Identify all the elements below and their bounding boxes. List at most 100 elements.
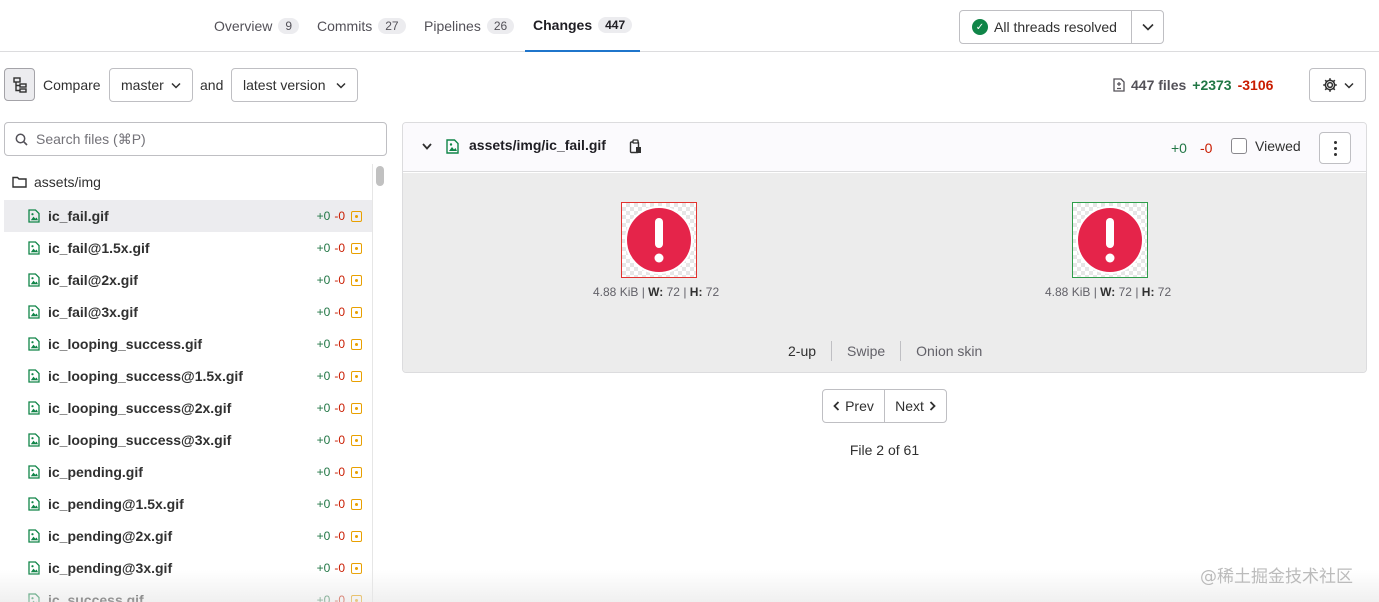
file-additions: +0 bbox=[316, 593, 331, 602]
file-deletions: -0 bbox=[334, 401, 345, 415]
copy-icon[interactable] bbox=[629, 139, 642, 154]
file-image-icon bbox=[28, 561, 40, 575]
chevron-down-icon[interactable] bbox=[421, 140, 433, 152]
file-additions: +0 bbox=[316, 561, 331, 575]
file-additions: +0 bbox=[316, 241, 331, 255]
file-image-icon bbox=[28, 401, 40, 415]
file-additions: +0 bbox=[316, 433, 331, 447]
file-deletions: -0 bbox=[334, 561, 345, 575]
new-image-size: 4.88 KiB bbox=[1045, 285, 1091, 299]
source-branch-dropdown[interactable]: master bbox=[109, 68, 193, 102]
toggle-file-tree-button[interactable] bbox=[4, 68, 35, 101]
view-mode-onion-skin[interactable]: Onion skin bbox=[901, 343, 997, 359]
tab-overview[interactable]: Overview 9 bbox=[214, 0, 300, 51]
search-files-input[interactable] bbox=[36, 131, 356, 147]
file-name: ic_pending@2x.gif bbox=[48, 528, 173, 544]
file-tree-item[interactable]: ic_looping_success@3x.gif +0 -0 bbox=[4, 424, 372, 456]
viewed-checkbox[interactable]: Viewed bbox=[1231, 138, 1301, 154]
file-modified-icon bbox=[351, 434, 362, 446]
file-path[interactable]: assets/img/ic_fail.gif bbox=[469, 137, 606, 153]
file-additions: +0 bbox=[316, 273, 331, 287]
file-deletions: -0 bbox=[334, 433, 345, 447]
file-name: ic_pending.gif bbox=[48, 464, 143, 480]
file-modified-icon bbox=[351, 338, 362, 350]
file-additions: +0 bbox=[316, 401, 331, 415]
file-options-button[interactable] bbox=[1319, 132, 1351, 164]
image-diff-viewer: 4.88 KiB | W: 72 | H: 72 4.88 KiB | W: 7… bbox=[403, 173, 1366, 372]
file-tree-item[interactable]: ic_pending@3x.gif +0 -0 bbox=[4, 552, 372, 584]
kebab-dot bbox=[1333, 152, 1337, 156]
file-modified-icon bbox=[351, 562, 362, 574]
file-tree-item[interactable]: ic_pending.gif +0 -0 bbox=[4, 456, 372, 488]
file-deletions: -0 bbox=[334, 305, 345, 319]
chevron-down-icon bbox=[336, 82, 346, 89]
scrollbar-thumb[interactable] bbox=[376, 166, 384, 186]
kebab-dot bbox=[1333, 140, 1337, 144]
file-diff-icon bbox=[1113, 77, 1125, 92]
watermark: @稀土掘金技术社区 bbox=[1200, 567, 1353, 587]
file-image-icon bbox=[28, 241, 40, 255]
file-deletions: -0 bbox=[334, 337, 345, 351]
file-tree-item[interactable]: ic_fail@3x.gif +0 -0 bbox=[4, 296, 372, 328]
target-version-dropdown[interactable]: latest version bbox=[231, 68, 358, 102]
next-label: Next bbox=[895, 398, 924, 414]
file-tree-item[interactable]: ic_pending@2x.gif +0 -0 bbox=[4, 520, 372, 552]
file-name: ic_looping_success.gif bbox=[48, 336, 203, 352]
file-deletions: -0 bbox=[334, 593, 345, 602]
modified-dot bbox=[355, 310, 358, 314]
file-image-icon bbox=[28, 433, 40, 447]
file-tree-scrollbar[interactable] bbox=[372, 164, 387, 602]
file-tree-item[interactable]: ic_looping_success@1.5x.gif +0 -0 bbox=[4, 360, 372, 392]
folder-name: assets/img bbox=[34, 174, 101, 190]
file-name: ic_looping_success@3x.gif bbox=[48, 432, 232, 448]
file-deletions: -0 bbox=[334, 529, 345, 543]
threads-resolved-button[interactable]: ✓ All threads resolved bbox=[960, 11, 1132, 43]
tab-pipelines[interactable]: Pipelines 26 bbox=[424, 0, 515, 51]
modified-dot bbox=[355, 278, 358, 282]
file-tree-item[interactable]: ic_success.gif +0 -0 bbox=[4, 584, 372, 602]
view-mode-swipe[interactable]: Swipe bbox=[832, 343, 900, 359]
tab-count-badge: 9 bbox=[278, 17, 300, 34]
tab-label: Changes bbox=[533, 17, 593, 33]
next-button[interactable]: Next bbox=[884, 390, 946, 422]
file-tree-item[interactable]: ic_pending@1.5x.gif +0 -0 bbox=[4, 488, 372, 520]
file-deletions: -0 bbox=[334, 209, 345, 223]
file-tree-item[interactable]: ic_fail@1.5x.gif +0 -0 bbox=[4, 232, 372, 264]
file-tree-item[interactable]: ic_looping_success.gif +0 -0 bbox=[4, 328, 372, 360]
prev-label: Prev bbox=[845, 398, 874, 414]
checkbox-icon[interactable] bbox=[1231, 138, 1247, 154]
view-mode-2up[interactable]: 2-up bbox=[773, 343, 831, 359]
tab-changes[interactable]: Changes 447 bbox=[525, 0, 641, 52]
old-image-width: 72 bbox=[666, 285, 680, 299]
tab-commits[interactable]: Commits 27 bbox=[317, 0, 406, 51]
viewed-label: Viewed bbox=[1255, 138, 1301, 154]
file-image-icon bbox=[28, 305, 40, 319]
diff-settings-button[interactable] bbox=[1309, 68, 1366, 102]
file-name: ic_fail@2x.gif bbox=[48, 272, 138, 288]
file-pagination: Prev Next bbox=[822, 389, 947, 423]
threads-dropdown-toggle[interactable] bbox=[1132, 11, 1163, 43]
tab-label: Commits bbox=[317, 17, 373, 34]
file-tree-item[interactable]: ic_looping_success@2x.gif +0 -0 bbox=[4, 392, 372, 424]
file-name: ic_fail@3x.gif bbox=[48, 304, 138, 320]
modified-dot bbox=[355, 598, 358, 602]
file-tree-item[interactable]: ic_fail.gif +0 -0 bbox=[4, 200, 372, 232]
modified-dot bbox=[355, 470, 358, 474]
file-image-icon bbox=[28, 465, 40, 479]
file-modified-icon bbox=[351, 498, 362, 510]
tab-count-badge: 447 bbox=[598, 17, 633, 33]
source-branch-value: master bbox=[121, 77, 164, 93]
file-search-box bbox=[4, 122, 387, 156]
height-label: H: bbox=[1141, 285, 1155, 299]
files-count: 447 files bbox=[1131, 76, 1187, 93]
folder-row[interactable]: assets/img bbox=[0, 164, 372, 200]
file-name: ic_success.gif bbox=[48, 592, 144, 602]
file-additions: +0 bbox=[316, 337, 331, 351]
chevron-right-icon bbox=[929, 401, 936, 411]
total-deletions: -3106 bbox=[1237, 76, 1274, 93]
mr-tabs: Overview 9 Commits 27 Pipelines 26 Chang… bbox=[0, 0, 1379, 52]
prev-button[interactable]: Prev bbox=[823, 390, 884, 422]
file-tree-item[interactable]: ic_fail@2x.gif +0 -0 bbox=[4, 264, 372, 296]
file-image-icon bbox=[28, 529, 40, 543]
tab-label: Pipelines bbox=[424, 17, 481, 34]
